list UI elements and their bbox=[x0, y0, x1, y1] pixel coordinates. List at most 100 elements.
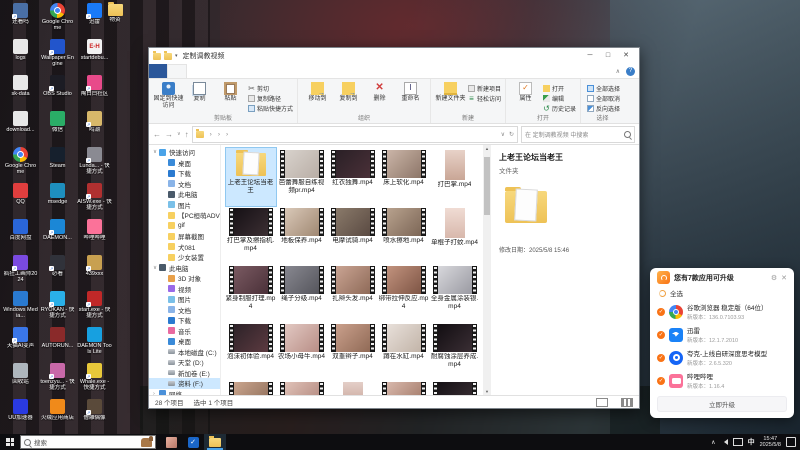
desktop-icon[interactable]: Steam bbox=[39, 146, 76, 182]
update-app-row[interactable]: ✓ 谷歌浏览器 稳定版（64位） 新版本：136.0.7103.93 bbox=[650, 300, 794, 323]
maximize-button[interactable]: □ bbox=[599, 49, 617, 63]
ribbon-collapse-icon[interactable]: ∧ bbox=[616, 68, 620, 75]
ribbon-tab[interactable] bbox=[167, 64, 187, 78]
search-box[interactable]: 在 定制调教视频 中搜索 bbox=[521, 126, 635, 143]
nav-tree-item[interactable]: 资料 (F:) bbox=[149, 378, 220, 389]
thumbnail-view-toggle[interactable] bbox=[621, 398, 633, 407]
ribbon-small-button[interactable]: 编辑 bbox=[541, 93, 576, 103]
desktop-icon[interactable]: 哔哩哔哩 bbox=[76, 218, 113, 254]
network-display-icon[interactable] bbox=[733, 438, 743, 446]
tray-expand-chevron[interactable]: ∧ bbox=[711, 439, 715, 446]
breadcrumb-item[interactable] bbox=[215, 131, 223, 138]
file-item[interactable]: 上老王论坛当老王 bbox=[226, 148, 276, 206]
nav-tree-item[interactable]: 音乐 bbox=[149, 326, 220, 337]
ribbon-small-button[interactable]: 历史记录 bbox=[541, 103, 576, 113]
forward-button[interactable]: → bbox=[165, 130, 173, 139]
checked-checkbox-icon[interactable]: ✓ bbox=[657, 331, 665, 339]
breadcrumb[interactable]: ∨ ↻ bbox=[192, 126, 518, 143]
desktop-icon-folder[interactable]: 物资 bbox=[98, 2, 132, 23]
ribbon-small-button[interactable]: 剪切 bbox=[246, 83, 293, 93]
desktop-icon[interactable]: AISW.exe - 快捷方式 bbox=[76, 182, 113, 218]
close-icon[interactable]: ✕ bbox=[781, 274, 787, 282]
desktop-icon[interactable]: 微信 bbox=[39, 110, 76, 146]
refresh-icon[interactable]: ↻ bbox=[509, 131, 514, 138]
nav-tree-item[interactable]: 天堂 (D:) bbox=[149, 357, 220, 368]
ribbon-tab[interactable] bbox=[205, 64, 223, 78]
nav-tree-item[interactable]: 3D 对象 bbox=[149, 273, 220, 284]
file-item[interactable]: 双重辫子.mp4 bbox=[328, 322, 378, 380]
scroll-up-arrow[interactable]: ▲ bbox=[483, 146, 491, 151]
desktop-icon[interactable]: 回收站 bbox=[2, 362, 39, 398]
desktop-icon[interactable]: toenzyu... - 快捷方式 bbox=[39, 362, 76, 398]
file-item[interactable]: 芭蕾舞服自练视频pr.mp4 bbox=[277, 148, 327, 206]
breadcrumb-item[interactable] bbox=[207, 131, 215, 138]
minimize-button[interactable]: ─ bbox=[581, 49, 599, 63]
checked-checkbox-icon[interactable]: ✓ bbox=[657, 377, 665, 385]
desktop-icon[interactable]: msedge bbox=[39, 182, 76, 218]
nav-tree-item[interactable]: 视频 bbox=[149, 284, 220, 295]
nav-tree-item[interactable]: 文档 bbox=[149, 305, 220, 316]
file-item[interactable] bbox=[430, 380, 480, 395]
ribbon-small-button[interactable]: 反向选择 bbox=[585, 103, 620, 113]
scrollbar-thumb[interactable] bbox=[484, 157, 490, 215]
ribbon-button[interactable]: 新建文件夹 bbox=[435, 81, 466, 103]
nav-tree-item[interactable]: 新加卷 (E:) bbox=[149, 368, 220, 379]
breadcrumb-item[interactable] bbox=[223, 131, 231, 138]
nav-tree-item[interactable]: 下载 bbox=[149, 315, 220, 326]
file-item[interactable]: 蹲在水缸.mp4 bbox=[379, 322, 429, 380]
nav-tree-item[interactable]: 本地磁盘 (C:) bbox=[149, 347, 220, 358]
new-folder-quick-icon[interactable] bbox=[164, 53, 172, 60]
desktop-icon[interactable]: Whale.exe - 快捷方式 bbox=[76, 362, 113, 398]
ribbon-button[interactable]: 固定到快速访问 bbox=[153, 81, 184, 109]
file-item[interactable]: 打巴掌及擦指机.mp4 bbox=[226, 206, 276, 264]
desktop-icon[interactable]: UU加速器 bbox=[2, 398, 39, 434]
file-item[interactable] bbox=[277, 380, 327, 395]
file-item[interactable]: 绑带拉伸反应.mp4 bbox=[379, 264, 429, 322]
details-view-toggle[interactable] bbox=[596, 398, 608, 407]
checked-checkbox-icon[interactable]: ✓ bbox=[657, 308, 665, 316]
taskbar-app-explorer[interactable] bbox=[204, 434, 226, 450]
nav-tree-item[interactable]: ∨ 快速访问 bbox=[149, 147, 220, 158]
ribbon-button[interactable]: 粘贴 bbox=[215, 81, 246, 109]
taskbar-app-check[interactable]: ✓ bbox=[182, 434, 204, 450]
select-all-row[interactable]: 全选 bbox=[650, 287, 794, 300]
file-item[interactable]: 打巴掌.mp4 bbox=[430, 148, 480, 206]
back-button[interactable]: ← bbox=[153, 130, 161, 139]
nav-tree-item[interactable]: 少女装置 bbox=[149, 252, 220, 263]
desktop-icon[interactable]: download... bbox=[2, 110, 39, 146]
select-all-checkbox[interactable] bbox=[659, 290, 666, 297]
ribbon-button[interactable]: 复制到 bbox=[333, 81, 364, 103]
taskbar-search[interactable]: 搜索 bbox=[20, 435, 156, 449]
desktop-icon[interactable]: 鸣潮 bbox=[76, 110, 113, 146]
desktop-icon[interactable]: 陶白白社区 bbox=[76, 74, 113, 110]
file-item[interactable]: 全身金属涂装银.mp4 bbox=[430, 264, 480, 322]
desktop-icon[interactable]: logs bbox=[2, 38, 39, 74]
quick-access-toolbar[interactable]: ▾ bbox=[153, 53, 178, 60]
nav-tree-item[interactable]: ∨ 此电脑 bbox=[149, 263, 220, 274]
nav-tree-item[interactable]: 文档 bbox=[149, 179, 220, 190]
nav-tree-item[interactable]: 下载 bbox=[149, 168, 220, 179]
desktop-icon[interactable]: AUTORUN... bbox=[39, 326, 76, 362]
desktop-icon[interactable]: 439xxx bbox=[76, 254, 113, 290]
file-item[interactable]: 紧身制服打理.mp4 bbox=[226, 264, 276, 322]
nav-tree-item[interactable]: 桌面 bbox=[149, 158, 220, 169]
address-dropdown-icon[interactable]: ∨ bbox=[501, 131, 505, 138]
ribbon-small-button[interactable]: 粘贴快捷方式 bbox=[246, 103, 293, 113]
desktop-icon[interactable]: start.exe - 快捷方式 bbox=[76, 290, 113, 326]
update-app-row[interactable]: ✓ 夸克-上线自研深度思考模型 新版本：2.6.5.320 bbox=[650, 346, 794, 369]
desktop-icon[interactable]: Google Chrome bbox=[2, 146, 39, 182]
desktop-icon[interactable]: 火绒应用商店 bbox=[39, 398, 76, 434]
recent-locations-dropdown[interactable]: ∨ bbox=[177, 131, 181, 137]
file-item[interactable]: 喷水擦地.mp4 bbox=[379, 206, 429, 264]
ribbon-button[interactable]: 删除 bbox=[364, 81, 395, 103]
desktop-icon[interactable]: QQ bbox=[2, 182, 39, 218]
start-button[interactable] bbox=[0, 434, 20, 450]
file-item[interactable]: 泡沫初体验.mp4 bbox=[226, 322, 276, 380]
ribbon-button[interactable]: 复制 bbox=[184, 81, 215, 109]
desktop-icon[interactable]: E-H startdebu... bbox=[76, 38, 113, 74]
desktop-icon[interactable]: 百度网盘 bbox=[2, 218, 39, 254]
file-item[interactable]: 单棍子打蚊.mp4 bbox=[430, 206, 480, 264]
desktop-icon[interactable]: Google Chrome bbox=[39, 2, 76, 38]
ribbon-small-button[interactable]: 全部取消 bbox=[585, 93, 620, 103]
ribbon-tab[interactable] bbox=[149, 64, 167, 78]
